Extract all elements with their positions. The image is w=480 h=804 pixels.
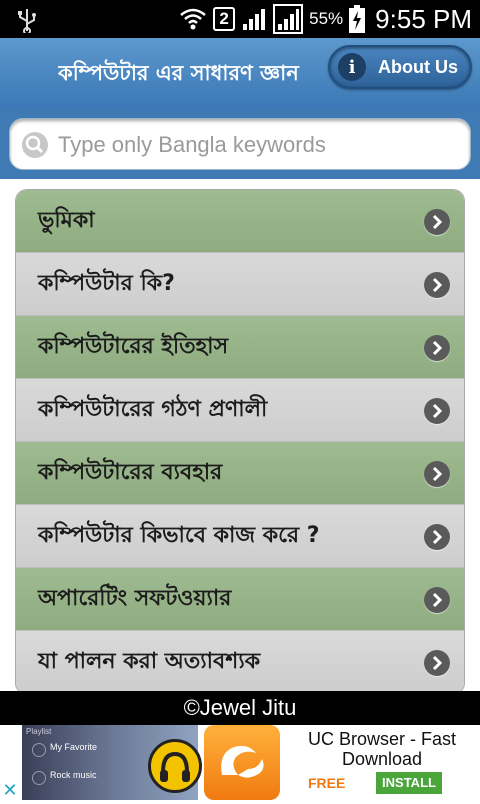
- topic-item-label: ভুমিকা: [38, 207, 95, 233]
- chevron-right-circle-icon: [424, 650, 450, 676]
- ad-banner[interactable]: ✕ Playlist My Favorite Rock music UC Bro…: [0, 725, 480, 800]
- topic-item-must-follow[interactable]: যা পালন করা অত্যাবশ্যক: [16, 631, 464, 694]
- ad-title: UC Browser - Fast Download: [307, 729, 457, 769]
- topic-item-label: অপারেটিং সফটওয়্যার: [38, 585, 232, 611]
- uc-browser-logo-icon: [204, 725, 280, 800]
- ad-install-button[interactable]: INSTALL: [376, 772, 442, 794]
- battery-percent: 55%: [309, 9, 344, 28]
- topic-item-label: কম্পিউটার কি?: [38, 270, 175, 296]
- app-header: কম্পিউটার এর সাধারণ জ্ঞান i About Us: [0, 38, 480, 109]
- search-icon: [22, 132, 48, 158]
- about-us-button[interactable]: i About Us: [328, 45, 472, 89]
- topic-item-what-is-computer[interactable]: কম্পিউটার কি?: [16, 253, 464, 316]
- info-icon: i: [338, 53, 366, 81]
- footer-credit: ©Jewel Jitu: [0, 691, 480, 725]
- ad-free-label: FREE: [308, 775, 346, 791]
- search-input[interactable]: [56, 125, 460, 165]
- battery-charging-icon: [349, 5, 366, 33]
- topic-item-introduction[interactable]: ভুমিকা: [16, 190, 464, 253]
- chevron-right-circle-icon: [424, 524, 450, 550]
- signal-icon: [273, 4, 304, 34]
- chevron-right-circle-icon: [424, 335, 450, 361]
- topic-item-label: কম্পিউটারের গঠণ প্রণালী: [38, 396, 268, 422]
- topic-list: ভুমিকা কম্পিউটার কি? কম্পিউটারের ইতিহাস …: [15, 189, 465, 695]
- topic-item-label: কম্পিউটারের ব্যবহার: [38, 459, 223, 485]
- chevron-right-circle-icon: [424, 587, 450, 613]
- search-box[interactable]: [9, 118, 471, 170]
- wifi-icon: [180, 8, 206, 30]
- signal-icon: [243, 9, 266, 30]
- chevron-right-circle-icon: [424, 398, 450, 424]
- status-bar: 2 55% 9:55 PM: [0, 0, 480, 38]
- chevron-right-circle-icon: [424, 272, 450, 298]
- chevron-right-circle-icon: [424, 461, 450, 487]
- sim-indicator: 2: [213, 7, 236, 31]
- ad-thumb-dot-icon: [32, 771, 46, 785]
- topic-item-how-it-works[interactable]: কম্পিউটার কিভাবে কাজ করে ?: [16, 505, 464, 568]
- headphone-icon: [148, 739, 202, 793]
- chevron-right-circle-icon: [424, 209, 450, 235]
- search-bar: [0, 108, 480, 179]
- topic-item-structure[interactable]: কম্পিউটারের গঠণ প্রণালী: [16, 379, 464, 442]
- topic-item-label: কম্পিউটারের ইতিহাস: [38, 333, 229, 359]
- clock: 9:55 PM: [375, 3, 472, 34]
- topic-item-label: যা পালন করা অত্যাবশ্যক: [38, 648, 261, 674]
- topic-list-area: ভুমিকা কম্পিউটার কি? কম্পিউটারের ইতিহাস …: [0, 179, 480, 695]
- ad-thumb-item: Rock music: [50, 770, 97, 780]
- topic-item-uses[interactable]: কম্পিউটারের ব্যবহার: [16, 442, 464, 505]
- usb-icon: [18, 9, 36, 33]
- app-title: কম্পিউটার এর সাধারণ জ্ঞান: [58, 61, 299, 85]
- ad-thumb-item: My Favorite: [50, 742, 98, 752]
- ad-thumb-dot-icon: [32, 743, 46, 757]
- about-us-label: About Us: [378, 56, 458, 77]
- ad-thumb-playlist: Playlist: [26, 727, 52, 736]
- adchoices-close-icon[interactable]: ✕: [0, 780, 20, 800]
- topic-item-operating-software[interactable]: অপারেটিং সফটওয়্যার: [16, 568, 464, 631]
- topic-item-history[interactable]: কম্পিউটারের ইতিহাস: [16, 316, 464, 379]
- topic-item-label: কম্পিউটার কিভাবে কাজ করে ?: [38, 522, 320, 548]
